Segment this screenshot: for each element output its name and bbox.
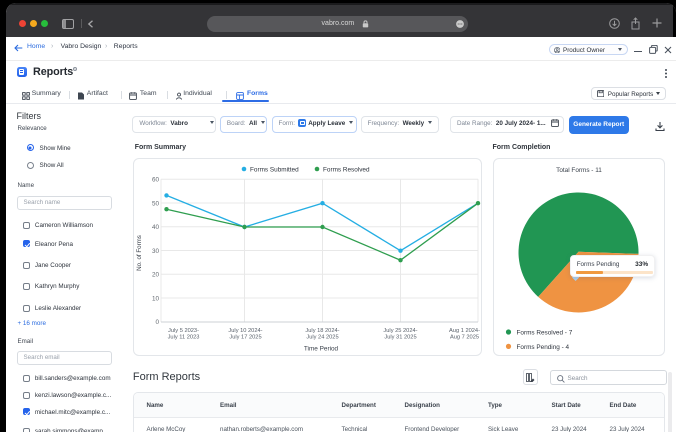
- svg-text:60: 60: [151, 176, 159, 183]
- svg-text:10: 10: [151, 295, 159, 302]
- svg-text:0: 0: [155, 319, 159, 326]
- svg-text:Forms Pending - 4: Forms Pending - 4: [516, 343, 569, 350]
- svg-text:July 5 2023-: July 5 2023-: [168, 328, 199, 334]
- svg-text:July 17 2025: July 17 2025: [229, 334, 261, 340]
- svg-text:No. of Forms: No. of Forms: [136, 235, 143, 271]
- svg-text:30: 30: [151, 247, 159, 254]
- svg-text:Aug 7 2025: Aug 7 2025: [449, 334, 478, 340]
- svg-text:July 18 2024-: July 18 2024-: [305, 328, 339, 334]
- svg-text:July 11 2023: July 11 2023: [167, 334, 199, 340]
- svg-text:Forms Resolved: Forms Resolved: [323, 166, 370, 173]
- svg-text:40: 40: [151, 224, 159, 231]
- svg-text:Forms Resolved - 7: Forms Resolved - 7: [516, 329, 572, 336]
- svg-text:Forms Submitted: Forms Submitted: [250, 166, 299, 173]
- svg-text:July 24 2025: July 24 2025: [306, 334, 338, 340]
- svg-text:July 31 2025: July 31 2025: [384, 334, 416, 340]
- svg-text:July 10 2024-: July 10 2024-: [228, 328, 262, 334]
- svg-text:50: 50: [151, 200, 159, 207]
- svg-text:Aug 1 2024-: Aug 1 2024-: [449, 328, 480, 334]
- svg-text:July 25 2024-: July 25 2024-: [383, 328, 417, 334]
- svg-text:20: 20: [151, 271, 159, 278]
- svg-text:Time Period: Time Period: [303, 345, 338, 352]
- svg-text:Total Forms - 11: Total Forms - 11: [556, 167, 602, 174]
